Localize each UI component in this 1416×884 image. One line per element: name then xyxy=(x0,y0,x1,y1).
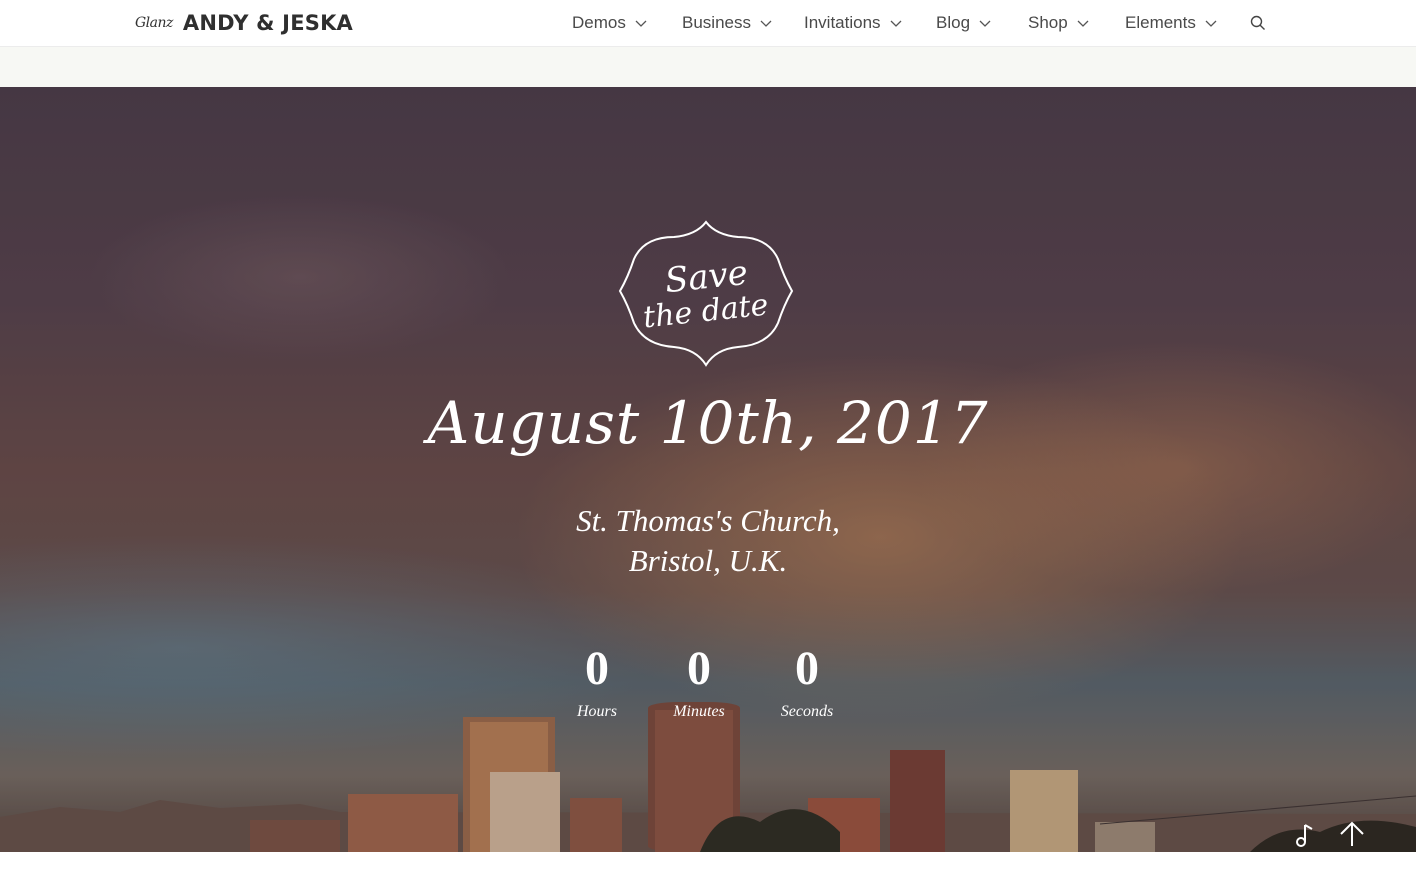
countdown-minutes: 0 Minutes xyxy=(654,643,744,721)
countdown-seconds: 0 Seconds xyxy=(762,643,852,721)
event-date: August 10th, 2017 xyxy=(427,389,989,457)
nav-item-label: Blog xyxy=(936,13,971,32)
venue-line-2: Bristol, U.K. xyxy=(628,543,788,578)
save-the-date-badge: Save the date xyxy=(618,219,794,369)
venue-line-1: St. Thomas's Church, xyxy=(576,503,840,538)
arrow-up-icon[interactable] xyxy=(1338,820,1366,848)
chevron-down-icon xyxy=(1077,20,1089,27)
venue: St. Thomas's Church, Bristol, U.K. xyxy=(0,501,1416,581)
nav-item-label: Demos xyxy=(572,13,626,32)
search-icon[interactable] xyxy=(1249,14,1267,32)
site-logo[interactable]: Glanz ANDY & JESKA xyxy=(135,7,353,39)
countdown-timer: 0 Hours 0 Minutes 0 Seconds xyxy=(0,643,1416,733)
chevron-down-icon xyxy=(635,20,647,27)
logo-name: ANDY & JESKA xyxy=(182,11,353,35)
chevron-down-icon xyxy=(979,20,991,27)
countdown-hours: 0 Hours xyxy=(552,643,642,721)
nav-item-elements[interactable]: Elements xyxy=(1125,0,1218,46)
chevron-down-icon xyxy=(1205,20,1217,27)
nav-item-label: Shop xyxy=(1028,13,1068,32)
countdown-value: 0 xyxy=(585,642,609,695)
countdown-label: Hours xyxy=(576,703,617,720)
chevron-down-icon xyxy=(890,20,902,27)
nav-item-demos[interactable]: Demos xyxy=(572,0,648,46)
badge-text: Save the date xyxy=(618,219,794,369)
nav-item-label: Invitations xyxy=(804,13,881,32)
nav-item-label: Elements xyxy=(1125,13,1196,32)
countdown-label: Seconds xyxy=(780,703,834,720)
nav-item-label: Business xyxy=(682,13,751,32)
music-note-icon[interactable] xyxy=(1294,822,1316,848)
header-spacer xyxy=(0,47,1416,87)
logo-script: Glanz xyxy=(135,15,173,31)
nav-item-invitations[interactable]: Invitations xyxy=(804,0,903,46)
countdown-value: 0 xyxy=(687,642,711,695)
nav-item-blog[interactable]: Blog xyxy=(936,0,992,46)
badge-line2: the date xyxy=(641,287,771,336)
hero-section: Save the date August 10th, 2017 St. Thom… xyxy=(0,87,1416,852)
nav-item-business[interactable]: Business xyxy=(682,0,773,46)
countdown-value: 0 xyxy=(795,642,819,695)
countdown-label: Minutes xyxy=(673,703,725,720)
site-header: Glanz ANDY & JESKA Demos Business Invita… xyxy=(0,0,1416,47)
page-bottom xyxy=(0,852,1416,884)
nav-item-shop[interactable]: Shop xyxy=(1028,0,1090,46)
chevron-down-icon xyxy=(760,20,772,27)
